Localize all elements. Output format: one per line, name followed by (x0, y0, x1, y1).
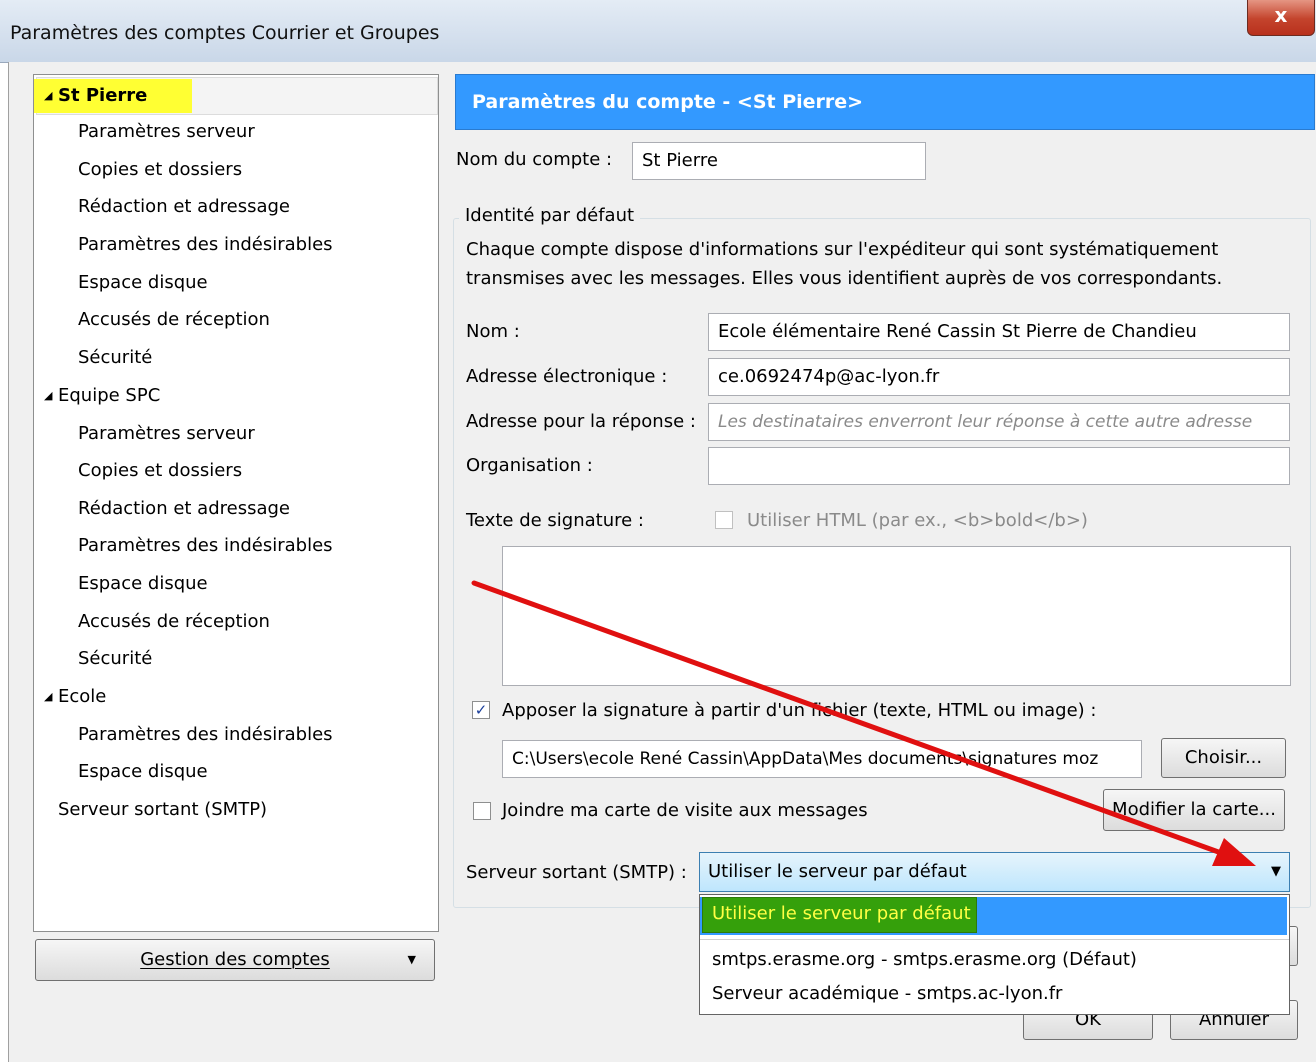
arrow-line (471, 580, 1227, 857)
arrow-head (1212, 838, 1256, 866)
annotation-arrow (471, 580, 1256, 866)
